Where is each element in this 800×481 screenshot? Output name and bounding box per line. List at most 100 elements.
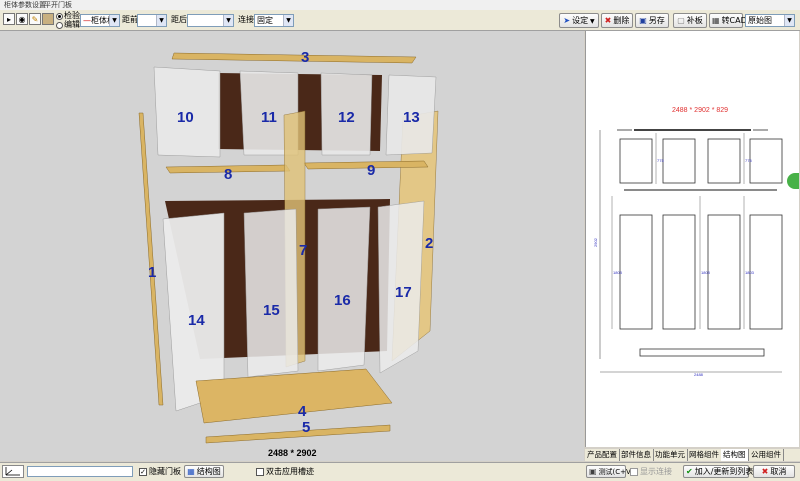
connect-label: 连接 (238, 15, 254, 24)
eye-icon[interactable]: ◉ (16, 13, 28, 25)
left-side-panel (138, 112, 164, 406)
command-input[interactable] (27, 466, 133, 477)
panel-label-16: 16 (334, 292, 351, 309)
elevation-upper-door-4 (749, 138, 783, 184)
tab-part-info[interactable]: 部件信息 (619, 449, 654, 461)
add-update-button[interactable]: ✔ 加入/更新到列表 (683, 465, 753, 478)
tab-grid-component[interactable]: 网格组件 (687, 449, 722, 461)
patch-button[interactable]: ▢ 补板 (673, 13, 707, 28)
connect-select[interactable]: 固定 ▼ (254, 14, 294, 27)
save-as-button[interactable]: ▣ 另存 (635, 13, 669, 28)
select-icon[interactable]: ▸ (3, 13, 15, 25)
cad-icon: ▦ (712, 16, 720, 25)
panel-label-13: 13 (403, 109, 420, 126)
show-connection-label: 显示连接 (640, 467, 672, 476)
elevation-upper-door-3 (707, 138, 741, 184)
panel-label-14: 14 (188, 312, 205, 329)
floppy-icon: ▣ (639, 16, 647, 25)
upper-dim-label-1: 775 (657, 158, 664, 163)
test-icon: ▣ (589, 467, 597, 476)
hide-door-checkbox[interactable]: ✓ (139, 468, 147, 476)
test-button[interactable]: ▣ 测试(C+V) (586, 465, 634, 478)
exploded-cabinet-drawing: 1 2 3 4 5 7 8 9 10 11 12 13 14 15 16 17 … (138, 49, 439, 458)
delete-button[interactable]: ✖ 删除 (601, 13, 633, 28)
lower-dim-label-3: 1803 (745, 270, 755, 275)
elevation-upper-door-1 (619, 138, 653, 184)
cancel-button-label: 取消 (770, 467, 787, 476)
check-icon: ✔ (686, 467, 693, 476)
elevation-lower-door-2 (662, 214, 696, 330)
double-click-checkbox[interactable] (256, 468, 264, 476)
panel-label-11: 11 (261, 109, 277, 126)
show-connection-checkbox[interactable] (630, 468, 638, 476)
delete-button-label: 删除 (613, 16, 630, 25)
elevation-drawing: 2488 * 2902 * 829 775 775 1803 1803 1803… (593, 107, 783, 377)
tab-common-component[interactable]: 公用组件 (749, 449, 784, 461)
front-distance-select[interactable]: ▼ (137, 14, 167, 27)
hide-door-label: 隐藏门板 (149, 467, 181, 476)
elevation-upper-door-2 (662, 138, 696, 184)
lower-door-16 (317, 206, 371, 372)
axis-icon (2, 465, 24, 478)
chevron-down-icon: ▼ (784, 15, 794, 26)
cancel-button[interactable]: ✖ 取消 (753, 465, 795, 478)
double-click-label: 双击应用槽迹 (266, 467, 314, 476)
upper-dim-label-2: 775 (745, 158, 752, 163)
title-tab-params[interactable]: 柜体参数设置 (4, 0, 46, 10)
box-icon[interactable] (42, 13, 54, 25)
elevation-lower-door-4 (749, 214, 783, 330)
lower-dim-label-2: 1803 (701, 270, 711, 275)
cabinet-type-select[interactable]: —柜体板 ▼ (80, 14, 120, 27)
structure-icon: ▦ (187, 467, 195, 476)
pencil-icon[interactable]: ✎ (29, 13, 41, 25)
chevron-down-icon: ▼ (283, 15, 293, 26)
test-button-label: 测试(C+V) (598, 468, 634, 476)
add-update-button-label: 加入/更新到列表 (694, 467, 754, 476)
structure-button[interactable]: ▦ 结构图 (184, 465, 224, 478)
panel-label-4: 4 (298, 403, 307, 420)
rear-distance-select[interactable]: ▼ (187, 14, 234, 27)
elevation-pane[interactable]: 2488 * 2902 * 829 775 775 1803 1803 1803… (585, 31, 799, 447)
settings-button[interactable]: ➤ 设定 ▼ (559, 13, 599, 28)
tab-structure[interactable]: 结构图 (721, 449, 749, 461)
chevron-down-icon: ▼ (223, 15, 233, 26)
save-as-button-label: 另存 (648, 16, 665, 25)
view-select[interactable]: 原始图 ▼ (745, 14, 795, 27)
pin-icon: ➤ (563, 16, 571, 25)
title-tab-door[interactable]: 平开门板 (44, 0, 72, 10)
panel-label-17: 17 (395, 284, 412, 301)
plinth-panel (205, 424, 391, 444)
radio-edit-label: 编辑 (64, 20, 80, 29)
elevation-dimension-title: 2488 * 2902 * 829 (672, 107, 728, 114)
bottom-bar: ✓ 隐藏门板 ▦ 结构图 双击应用槽迹 ▣ 测试(C+V) 显示连接 ✔ 加入/更新到… (0, 462, 800, 481)
chevron-down-icon: ▼ (109, 15, 119, 26)
panel-label-8: 8 (224, 166, 232, 183)
settings-button-label: 设定 (572, 16, 589, 25)
radio-inspect[interactable] (56, 13, 63, 20)
elevation-lower-door-1 (619, 214, 653, 330)
panel-label-9: 9 (367, 162, 375, 179)
panel-label-5: 5 (302, 419, 310, 436)
close-icon: ✖ (761, 467, 769, 476)
pane-expand-handle[interactable] (787, 173, 799, 189)
elevation-base (639, 348, 765, 357)
view-value: 原始图 (748, 16, 772, 25)
top-panel (171, 52, 417, 64)
bottom-panel (195, 368, 393, 424)
radio-edit[interactable] (56, 22, 63, 29)
connect-value: 固定 (257, 16, 273, 25)
delete-icon: ✖ (604, 16, 612, 25)
tab-product-config[interactable]: 产品配置 (585, 449, 620, 461)
viewport-3d[interactable]: 1 2 3 4 5 7 8 9 10 11 12 13 14 15 16 17 … (0, 31, 584, 461)
panel-label-15: 15 (263, 302, 280, 319)
panel-label-10: 10 (177, 109, 194, 126)
patch-icon: ▢ (677, 16, 685, 25)
lower-dim-label-1: 1803 (613, 270, 623, 275)
overall-width-dim-label: 2488 (694, 372, 704, 377)
overall-height-dim-label: 2902 (593, 237, 598, 247)
to-cad-button[interactable]: ▦ 转CAD (709, 13, 747, 28)
panel-label-7: 7 (299, 242, 307, 259)
elevation-lower-door-3 (707, 214, 741, 330)
tab-function-unit[interactable]: 功能单元 (653, 449, 688, 461)
lower-door-15 (243, 208, 299, 378)
